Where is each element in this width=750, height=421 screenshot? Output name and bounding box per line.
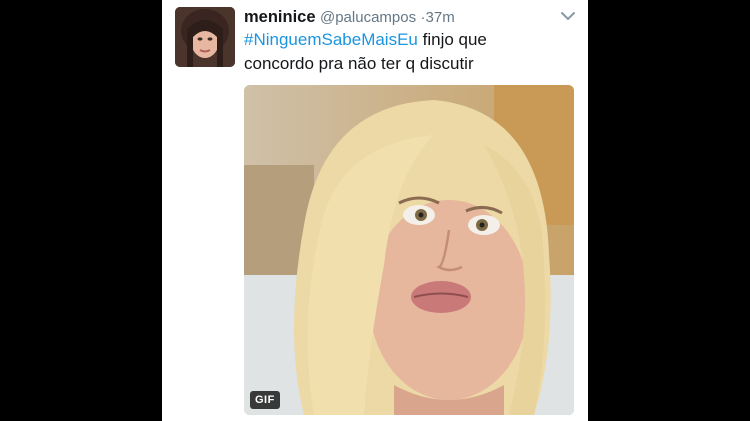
tweet-card: meninice @palucampos ·37m #NinguemSabeMa…	[162, 0, 588, 421]
gif-badge: GIF	[250, 391, 280, 409]
media-gif[interactable]: GIF	[244, 85, 574, 415]
avatar-image	[175, 7, 235, 67]
chevron-down-icon[interactable]	[560, 9, 576, 23]
avatar[interactable]	[175, 7, 235, 67]
tweet-text: #NinguemSabeMaisEu finjo que concordo pr…	[244, 28, 574, 76]
gif-image	[244, 85, 574, 415]
user-handle[interactable]: @palucampos	[320, 9, 416, 26]
tweet-text-part2: concordo pra não ter q discutir	[244, 54, 474, 73]
tweet-text-part1: finjo que	[417, 30, 487, 49]
tweet-header: meninice @palucampos ·37m	[244, 6, 576, 29]
hashtag-link[interactable]: #NinguemSabeMaisEu	[244, 30, 418, 49]
display-name[interactable]: meninice	[244, 8, 316, 26]
timestamp[interactable]: 37m	[426, 9, 455, 26]
